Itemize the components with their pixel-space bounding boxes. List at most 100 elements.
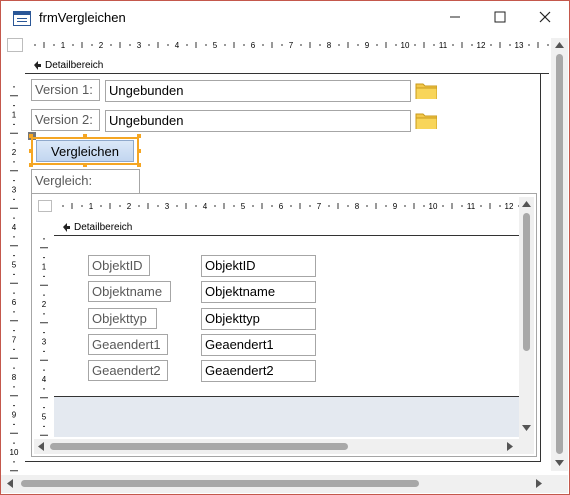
resize-handle <box>137 163 141 167</box>
ruler-tick <box>13 161 15 163</box>
resize-handle <box>83 163 87 167</box>
field-textbox-geaendert2[interactable]: Geaendert2 <box>201 360 316 382</box>
scroll-left-icon[interactable] <box>7 479 13 488</box>
subform-section-title: Detailbereich <box>74 222 133 233</box>
ruler-tick <box>186 44 188 46</box>
ruler-tick <box>13 330 15 332</box>
close-button[interactable] <box>522 1 567 33</box>
ruler-tick <box>53 44 55 46</box>
ruler-label: 1 <box>61 41 66 50</box>
window-title: frmVergleichen <box>39 10 126 25</box>
ruler-label: 7 <box>289 41 294 50</box>
ruler-label: 8 <box>12 373 17 382</box>
compare-button[interactable]: Vergleichen <box>36 140 134 162</box>
ruler-label: 3 <box>165 202 170 211</box>
ruler-tick <box>13 198 15 200</box>
ruler-tick <box>281 44 283 46</box>
field-label-geaendert2[interactable]: Geaendert2 <box>88 360 168 381</box>
field-textbox-objektname[interactable]: Objektname <box>201 281 316 303</box>
ruler-tick <box>414 44 416 46</box>
minimize-button[interactable] <box>432 1 477 33</box>
horizontal-thumb[interactable] <box>21 480 419 487</box>
ruler-label: 6 <box>12 298 17 307</box>
field-label-geaendert1[interactable]: Geaendert1 <box>88 334 168 355</box>
ruler-label: 1 <box>12 111 17 120</box>
field-label-objektname[interactable]: Objektname <box>88 281 171 302</box>
ruler-tick <box>13 386 15 388</box>
ruler-tick <box>452 44 454 46</box>
field-label-objektid[interactable]: ObjektID <box>88 255 150 276</box>
version2-textbox[interactable]: Ungebunden <box>105 110 411 132</box>
ruler-tick <box>34 44 36 46</box>
ruler-label: 1 <box>42 263 47 272</box>
ruler-tick <box>205 44 207 46</box>
ruler-tick <box>13 217 15 219</box>
ruler-tick <box>233 205 235 207</box>
ruler-label: 5 <box>241 202 246 211</box>
ruler-tick <box>13 348 15 350</box>
subform-vertical-thumb[interactable] <box>523 213 530 351</box>
scroll-right-icon[interactable] <box>536 479 542 488</box>
ruler-tick <box>13 236 15 238</box>
close-icon <box>539 11 550 23</box>
scroll-up-icon[interactable] <box>522 201 531 207</box>
subform-horizontal-scrollbar[interactable] <box>34 439 519 454</box>
ruler-tick <box>290 205 292 207</box>
version1-textbox[interactable]: Ungebunden <box>105 80 411 102</box>
ruler-label: 2 <box>99 41 104 50</box>
compare-label[interactable]: Vergleich: <box>31 169 140 193</box>
folder-icon[interactable] <box>415 111 437 129</box>
ruler-tick <box>262 44 264 46</box>
ruler-tick <box>13 442 15 444</box>
ruler-label: 5 <box>213 41 218 50</box>
ruler-tick <box>243 44 245 46</box>
scroll-left-icon[interactable] <box>38 442 44 451</box>
scroll-down-icon[interactable] <box>522 425 531 431</box>
ruler-tick <box>319 44 321 46</box>
ruler-tick <box>252 205 254 207</box>
ruler-label: 1 <box>89 202 94 211</box>
subform-vertical-scrollbar[interactable] <box>519 197 534 439</box>
field-textbox-geaendert1[interactable]: Geaendert1 <box>201 334 316 356</box>
ruler-label: 10 <box>401 41 410 50</box>
version2-label[interactable]: Version 2: <box>31 109 100 131</box>
maximize-button[interactable] <box>477 1 522 33</box>
ruler-label: 4 <box>42 375 47 384</box>
vertical-thumb[interactable] <box>556 54 563 454</box>
subform-vertical-ruler: 1 2 3 4 5 <box>40 238 48 445</box>
folder-icon[interactable] <box>415 81 437 99</box>
resize-handle <box>29 134 33 138</box>
ruler-label: 7 <box>12 336 17 345</box>
field-textbox-objekttyp[interactable]: Objekttyp <box>201 308 316 330</box>
ruler-tick <box>43 425 45 427</box>
scroll-down-icon[interactable] <box>555 460 564 466</box>
ruler-label: 8 <box>355 202 360 211</box>
ruler-label: 6 <box>279 202 284 211</box>
maximize-icon <box>494 11 505 23</box>
ruler-tick <box>13 423 15 425</box>
ruler-tick <box>43 332 45 334</box>
field-textbox-objektid[interactable]: ObjektID <box>201 255 316 277</box>
form-selector[interactable] <box>7 38 23 52</box>
section-header-bar[interactable]: Detailbereich <box>25 58 549 74</box>
ruler-tick <box>13 461 15 463</box>
minimize-icon <box>449 16 460 18</box>
ruler-tick <box>433 44 435 46</box>
ruler-tick <box>338 44 340 46</box>
ruler-tick <box>404 205 406 207</box>
ruler-tick <box>43 407 45 409</box>
subform-section-header-bar[interactable]: Detailbereich <box>54 220 519 236</box>
field-label-objekttyp[interactable]: Objekttyp <box>88 308 157 329</box>
subform-horizontal-thumb[interactable] <box>50 443 348 450</box>
scroll-right-icon[interactable] <box>507 442 513 451</box>
ruler-tick <box>376 44 378 46</box>
vertical-scrollbar[interactable] <box>551 38 568 471</box>
horizontal-scrollbar[interactable] <box>1 475 551 493</box>
subform-selector[interactable] <box>38 200 52 212</box>
ruler-tick <box>195 205 197 207</box>
version1-label[interactable]: Version 1: <box>31 79 100 101</box>
scroll-up-icon[interactable] <box>555 42 564 48</box>
ruler-tick <box>499 205 501 207</box>
ruler-tick <box>43 369 45 371</box>
section-arrow-icon <box>34 61 41 70</box>
